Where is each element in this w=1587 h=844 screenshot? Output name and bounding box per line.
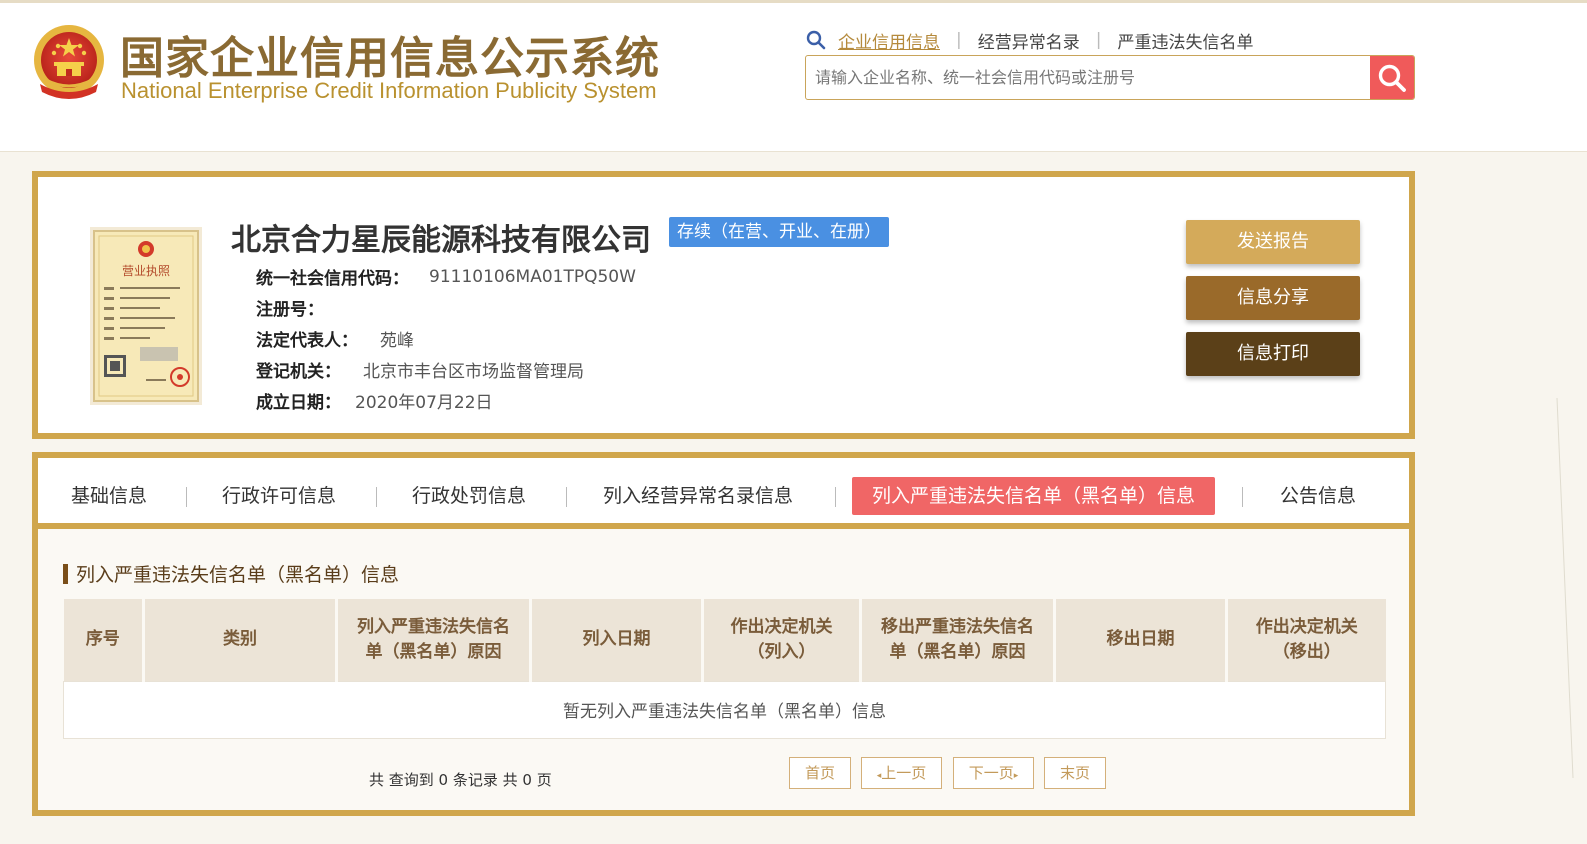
- section-title: 列入严重违法失信名单（黑名单）信息: [63, 560, 399, 587]
- print-info-button[interactable]: 信息打印: [1186, 332, 1360, 376]
- col-header-list-authority: 作出决定机关 （列入）: [702, 599, 862, 681]
- info-label: 注册号：: [256, 300, 324, 320]
- nav-enterprise-credit-link[interactable]: 企业信用信息: [838, 28, 940, 53]
- table-row: 暂无列入严重违法失信名单（黑名单）信息: [63, 680, 1386, 739]
- company-name: 北京合力星辰能源科技有限公司: [231, 223, 651, 258]
- empty-message: 暂无列入严重违法失信名单（黑名单）信息: [63, 680, 1386, 739]
- tab-basic-info[interactable]: 基础信息: [71, 477, 147, 515]
- tab-separator: [186, 487, 187, 507]
- search-icon: [806, 30, 826, 50]
- site-header: 国家企业信用信息公示系统 National Enterprise Credit …: [0, 0, 1587, 152]
- prev-page-label: 上一页: [881, 764, 927, 782]
- info-row-legal-rep: 法定代表人： 苑峰: [256, 323, 636, 354]
- status-badge: 存续（在营、开业、在册）: [669, 217, 889, 247]
- top-navigation: 企业信用信息 | 经营异常名录 | 严重违法失信名单: [806, 28, 1253, 53]
- info-row-reg-number: 注册号：: [256, 292, 636, 323]
- detail-tabs-panel: 基础信息 行政许可信息 行政处罚信息 列入经营异常名录信息 列入严重违法失信名单…: [32, 452, 1415, 816]
- col-header-list-reason: 列入严重违法失信名 单（黑名单）原因: [336, 599, 532, 681]
- info-label: 统一社会信用代码：: [256, 269, 409, 289]
- col-header-remove-authority: 作出决定机关 （移出）: [1226, 599, 1386, 681]
- tab-announcements[interactable]: 公告信息: [1280, 477, 1356, 515]
- license-title: 营业执照: [122, 264, 170, 278]
- tabs-bar: 基础信息 行政许可信息 行政处罚信息 列入经营异常名录信息 列入严重违法失信名单…: [38, 458, 1409, 529]
- col-header-category: 类别: [143, 599, 338, 681]
- next-page-label: 下一页: [968, 764, 1014, 782]
- record-count: 共 查询到 0 条记录 共 0 页: [369, 771, 552, 789]
- share-info-button[interactable]: 信息分享: [1186, 276, 1360, 320]
- info-value-credit-code: 91110106MA01TPQ50W: [429, 266, 636, 287]
- info-row-registration-authority: 登记机关： 北京市丰台区市场监督管理局: [256, 354, 636, 385]
- info-row-credit-code: 统一社会信用代码： 91110106MA01TPQ50W: [256, 261, 636, 292]
- search-button[interactable]: [1370, 56, 1414, 99]
- blacklist-table: 序号 类别 列入严重违法失信名 单（黑名单）原因 列入日期 作出决定机关 （列入） …: [63, 599, 1386, 739]
- search-input[interactable]: [806, 56, 1372, 99]
- last-page-button[interactable]: 末页: [1044, 757, 1106, 789]
- search-icon: [1378, 64, 1406, 92]
- tab-abnormal-list[interactable]: 列入经营异常名录信息: [603, 477, 793, 515]
- info-value-established-date: 2020年07月22日: [355, 393, 493, 413]
- tab-separator: [566, 487, 567, 507]
- info-label: 成立日期：: [256, 393, 341, 413]
- col-header-index: 序号: [63, 599, 145, 681]
- national-emblem-icon: [34, 25, 104, 99]
- scrollbar-decoration: [1556, 398, 1574, 778]
- nav-blacklist-link[interactable]: 严重违法失信名单: [1117, 28, 1253, 53]
- send-report-button[interactable]: 发送报告: [1186, 220, 1360, 264]
- nav-separator: |: [1095, 30, 1102, 50]
- info-label: 法定代表人：: [256, 331, 358, 351]
- tab-separator: [835, 487, 836, 507]
- tab-separator: [1242, 487, 1243, 507]
- col-header-list-date: 列入日期: [530, 599, 704, 681]
- company-info-list: 统一社会信用代码： 91110106MA01TPQ50W 注册号： 法定代表人：…: [256, 261, 636, 416]
- tab-blacklist[interactable]: 列入严重违法失信名单（黑名单）信息: [852, 477, 1216, 515]
- col-header-remove-date: 移出日期: [1054, 599, 1228, 681]
- info-value-registration-authority: 北京市丰台区市场监督管理局: [363, 362, 584, 382]
- company-summary-panel: 营业执照 北京合力星辰能源科技有限公司 存续（在营、开业、在册） 统一社会信用代…: [32, 171, 1415, 439]
- col-header-remove-reason: 移出严重违法失信名 单（黑名单）原因: [860, 599, 1056, 681]
- site-title-en: National Enterprise Credit Information P…: [121, 78, 657, 103]
- tab-admin-license[interactable]: 行政许可信息: [222, 477, 336, 515]
- business-license-image[interactable]: 营业执照: [90, 227, 202, 405]
- tab-separator: [376, 487, 377, 507]
- section-title-text: 列入严重违法失信名单（黑名单）信息: [76, 564, 400, 586]
- header-top-line: [0, 0, 1587, 3]
- info-value-legal-rep: 苑峰: [380, 331, 414, 351]
- next-page-button[interactable]: 下一页▸: [953, 757, 1034, 789]
- table-header-row: 序号 类别 列入严重违法失信名 单（黑名单）原因 列入日期 作出决定机关 （列入） …: [63, 599, 1386, 681]
- prev-page-button[interactable]: ◂上一页: [861, 757, 942, 789]
- section-title-marker: [63, 563, 68, 584]
- search-box: [805, 55, 1415, 100]
- tab-content: 列入严重违法失信名单（黑名单）信息 序号 类别 列入严重违法失信名 单（黑名单）原…: [38, 529, 1409, 810]
- info-label: 登记机关：: [256, 362, 341, 382]
- nav-separator: |: [956, 30, 962, 50]
- info-row-established-date: 成立日期： 2020年07月22日: [256, 385, 636, 416]
- tab-admin-penalty[interactable]: 行政处罚信息: [412, 477, 526, 515]
- site-title-cn: 国家企业信用信息公示系统: [120, 33, 660, 84]
- nav-abnormal-list-link[interactable]: 经营异常名录: [978, 28, 1080, 53]
- chevron-right-icon: ▸: [1013, 771, 1019, 781]
- first-page-button[interactable]: 首页: [789, 757, 851, 789]
